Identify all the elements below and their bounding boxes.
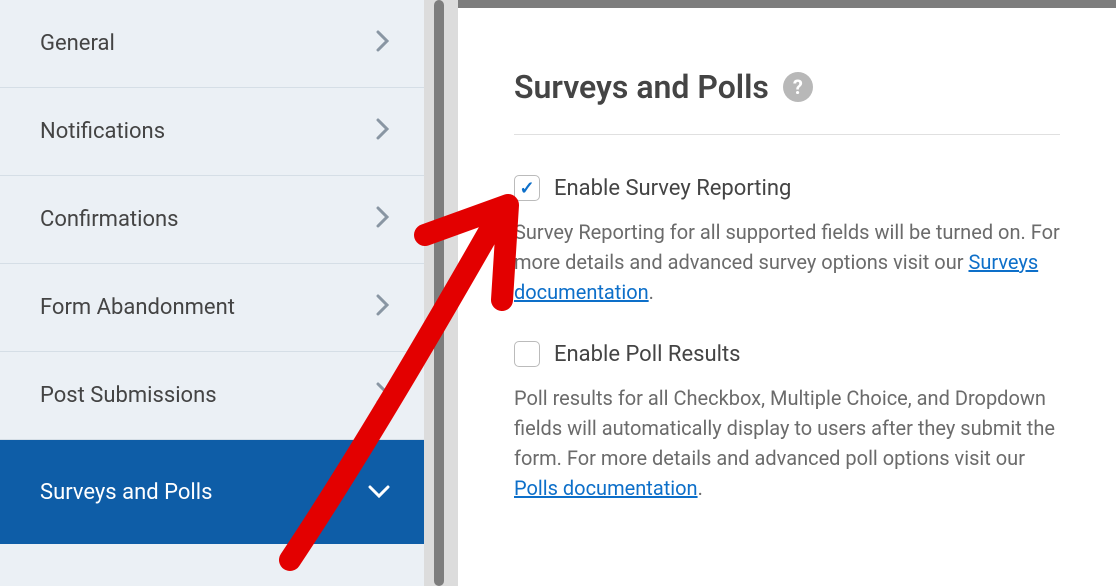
chevron-right-icon [376, 382, 390, 410]
chevron-down-icon [368, 480, 390, 505]
sidebar-item-label: Notifications [40, 119, 165, 144]
sidebar-item-surveys-and-polls[interactable]: Surveys and Polls [0, 440, 424, 544]
sidebar-item-label: Form Abandonment [40, 295, 235, 320]
checkbox-enable-survey-reporting[interactable] [514, 175, 540, 201]
sidebar-item-form-abandonment[interactable]: Form Abandonment [0, 264, 424, 352]
option-enable-poll-results: Enable Poll Results [514, 341, 1060, 367]
panel-header: Surveys and Polls ? [514, 68, 1060, 135]
help-icon[interactable]: ? [783, 72, 813, 102]
sidebar-item-post-submissions[interactable]: Post Submissions [0, 352, 424, 440]
checkbox-enable-poll-results[interactable] [514, 341, 540, 367]
sidebar-item-confirmations[interactable]: Confirmations [0, 176, 424, 264]
option-label: Enable Survey Reporting [554, 176, 791, 201]
sidebar-item-notifications[interactable]: Notifications [0, 88, 424, 176]
option-enable-survey-reporting: Enable Survey Reporting [514, 175, 1060, 201]
sidebar-item-label: Post Submissions [40, 383, 217, 408]
chevron-right-icon [376, 294, 390, 322]
sidebar-item-label: Confirmations [40, 207, 179, 232]
sidebar-item-general[interactable]: General [0, 0, 424, 88]
sidebar-item-label: General [40, 31, 115, 56]
sidebar-item-label: Surveys and Polls [40, 480, 212, 505]
polls-documentation-link[interactable]: Polls documentation [514, 476, 698, 500]
main-area: Surveys and Polls ? Enable Survey Report… [458, 0, 1116, 586]
option-label: Enable Poll Results [554, 342, 741, 367]
panel-title: Surveys and Polls [514, 68, 769, 106]
chevron-right-icon [376, 118, 390, 146]
desc-text: Poll results for all Checkbox, Multiple … [514, 386, 1055, 470]
desc-text: . [698, 476, 703, 500]
chevron-right-icon [376, 30, 390, 58]
help-glyph: ? [793, 75, 803, 99]
chevron-right-icon [376, 206, 390, 234]
option-description: Survey Reporting for all supported field… [514, 217, 1060, 307]
panel-divider[interactable] [424, 0, 458, 586]
sidebar: General Notifications Confirmations Form… [0, 0, 424, 586]
settings-panel: Surveys and Polls ? Enable Survey Report… [458, 8, 1116, 586]
option-description: Poll results for all Checkbox, Multiple … [514, 383, 1060, 503]
desc-text: . [649, 280, 654, 304]
